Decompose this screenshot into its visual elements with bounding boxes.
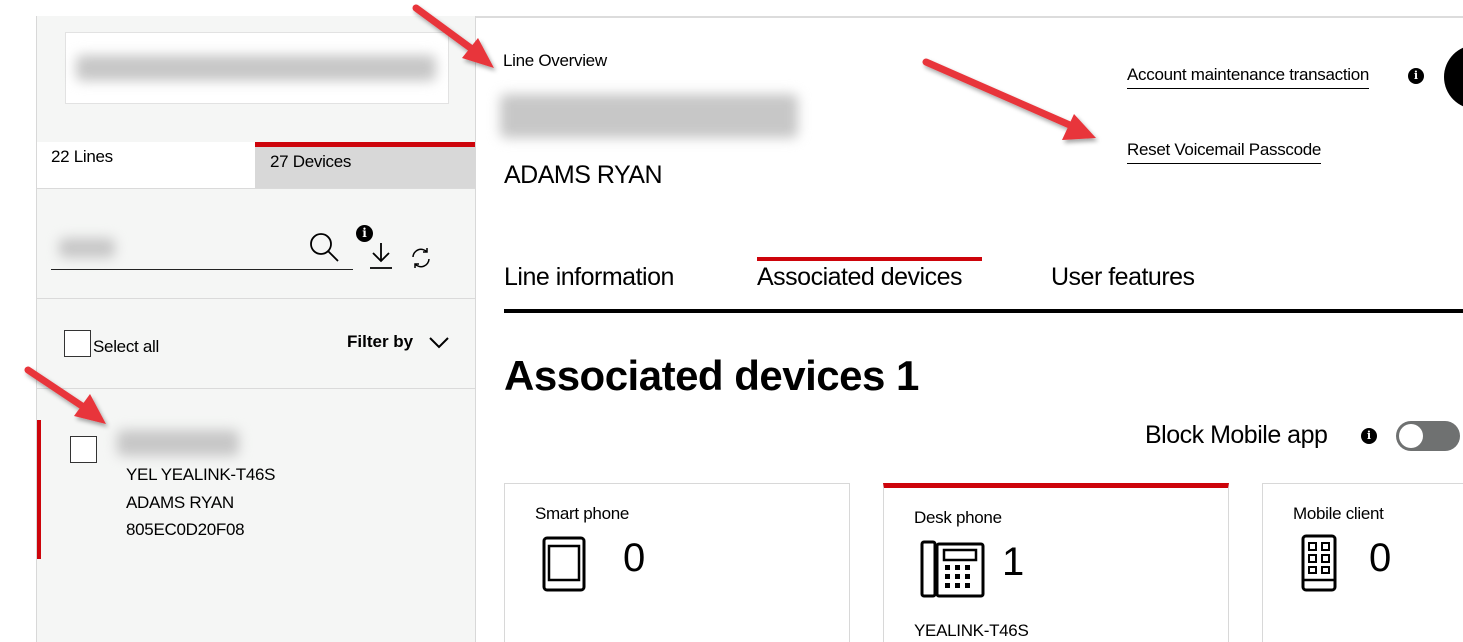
- block-mobile-toggle[interactable]: [1396, 421, 1460, 451]
- info-icon[interactable]: i: [1408, 68, 1424, 84]
- avatar[interactable]: [1444, 45, 1463, 109]
- card-label: Mobile client: [1293, 504, 1384, 523]
- device-model: YEL YEALINK-T46S: [126, 465, 276, 484]
- block-mobile-label: Block Mobile app: [1145, 421, 1328, 449]
- redacted-account-name: [76, 55, 436, 81]
- toggle-knob: [1399, 424, 1423, 448]
- divider: [37, 188, 475, 189]
- tab-user-features[interactable]: User features: [1051, 263, 1195, 292]
- divider: [37, 388, 475, 389]
- tab-devices[interactable]: 27 Devices: [255, 142, 475, 188]
- info-icon[interactable]: i: [356, 225, 373, 242]
- device-card-mobile-client[interactable]: Mobile client 0: [1262, 483, 1463, 642]
- tab-lines-label: 22 Lines: [51, 147, 113, 166]
- info-icon[interactable]: i: [1361, 428, 1377, 444]
- refresh-icon[interactable]: [409, 246, 433, 270]
- line-user-name: ADAMS RYAN: [504, 161, 663, 189]
- desk-phone-icon: [920, 540, 985, 598]
- tab-devices-label: 27 Devices: [270, 152, 352, 171]
- account-maintenance-link[interactable]: Account maintenance transaction: [1127, 65, 1369, 89]
- top-divider: [475, 16, 1463, 18]
- sidebar: 22 Lines 27 Devices i Select all Filter …: [36, 16, 476, 642]
- device-card-smart-phone[interactable]: Smart phone 0: [504, 483, 850, 642]
- mobile-client-icon: [1301, 534, 1337, 592]
- download-icon[interactable]: [367, 241, 395, 271]
- tab-lines[interactable]: 22 Lines: [37, 142, 255, 188]
- search-underline: [51, 269, 353, 270]
- select-all-label: Select all: [93, 337, 159, 356]
- divider: [37, 298, 475, 299]
- account-selector[interactable]: [65, 32, 449, 104]
- tabs-divider: [504, 309, 1463, 313]
- device-checkbox[interactable]: [70, 436, 97, 463]
- device-mac: 805EC0D20F08: [126, 520, 245, 539]
- device-list-item[interactable]: YEL YEALINK-T46S ADAMS RYAN 805EC0D20F08: [37, 420, 475, 559]
- tab-line-information[interactable]: Line information: [504, 263, 674, 292]
- card-label: Smart phone: [535, 504, 630, 523]
- chevron-down-icon[interactable]: [428, 334, 450, 350]
- redacted-device-line: [117, 430, 239, 456]
- card-count: 0: [623, 536, 646, 580]
- device-card-desk-phone[interactable]: Desk phone 1 YEALINK-T46S: [883, 483, 1229, 642]
- filter-by-button[interactable]: Filter by: [347, 332, 413, 352]
- redacted-search-text: [59, 238, 115, 258]
- app-window: 22 Lines 27 Devices i Select all Filter …: [0, 0, 1463, 642]
- reset-voicemail-link[interactable]: Reset Voicemail Passcode: [1127, 140, 1321, 164]
- device-user: ADAMS RYAN: [126, 493, 234, 512]
- arrow-to-reset-voicemail: [922, 58, 1096, 140]
- card-label: Desk phone: [914, 508, 1002, 527]
- active-tab-indicator: [757, 257, 982, 261]
- page-title: Line Overview: [503, 51, 607, 70]
- select-all-checkbox[interactable]: [64, 330, 91, 357]
- section-title: Associated devices 1: [504, 352, 919, 399]
- search-icon[interactable]: [307, 230, 341, 264]
- card-count: 1: [1002, 540, 1025, 584]
- tab-associated-devices[interactable]: Associated devices: [757, 263, 963, 292]
- redacted-phone-number: [500, 94, 798, 138]
- search-input[interactable]: [51, 230, 351, 266]
- smartphone-icon: [542, 536, 586, 592]
- card-device-model: YEALINK-T46S: [914, 621, 1029, 640]
- card-count: 0: [1369, 536, 1392, 580]
